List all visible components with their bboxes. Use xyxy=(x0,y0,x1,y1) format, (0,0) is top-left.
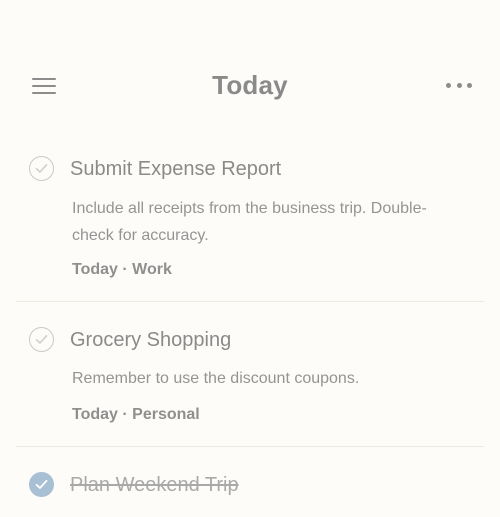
task-description: Remember to use the discount coupons. xyxy=(72,370,360,387)
task-meta: Today · Personal xyxy=(72,406,200,423)
checkmark-icon xyxy=(35,479,48,489)
task-checkbox-checked[interactable] xyxy=(29,472,54,497)
task-title-completed: Plan Weekend Trip xyxy=(70,474,239,496)
task-checkbox[interactable] xyxy=(29,156,54,181)
task-item-expense-report[interactable]: Submit Expense Report Include all receip… xyxy=(16,140,484,302)
top-bar: Today xyxy=(0,62,500,110)
checkmark-icon xyxy=(35,163,48,173)
task-meta: Today · Work xyxy=(72,261,172,278)
checkmark-icon xyxy=(35,334,48,344)
task-item-grocery-shopping[interactable]: Grocery Shopping Remember to use the dis… xyxy=(16,302,484,447)
more-options-button[interactable] xyxy=(446,78,472,92)
task-title: Submit Expense Report xyxy=(70,158,282,180)
task-title: Grocery Shopping xyxy=(70,329,232,351)
page-title: Today xyxy=(212,70,288,100)
more-dots-icon xyxy=(446,82,451,88)
task-description: Include all receipts from the business t… xyxy=(72,200,427,244)
task-item-plan-weekend-trip[interactable]: Plan Weekend Trip xyxy=(16,447,484,517)
task-checkbox[interactable] xyxy=(29,327,54,352)
